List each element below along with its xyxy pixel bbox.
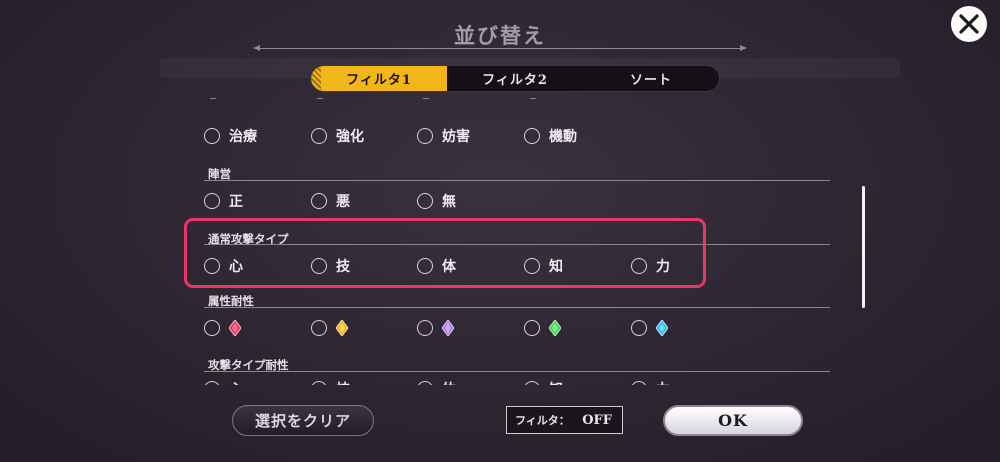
radio-button[interactable] (524, 381, 540, 385)
attribute-option-blue[interactable] (631, 320, 668, 336)
radio-button[interactable] (311, 381, 327, 385)
filter-status-box: フィルタ： OFF (506, 406, 623, 434)
attribute-option-green[interactable] (524, 320, 561, 336)
tab-filter1-label: フィルタ1 (340, 69, 418, 88)
radio-button[interactable] (631, 320, 647, 336)
scrollbar[interactable] (862, 186, 865, 308)
yellow-gem-icon (336, 320, 348, 336)
option-label: 機動 (549, 129, 577, 145)
attribute-option-purple[interactable] (417, 320, 454, 336)
option-label: 妨害 (442, 129, 470, 145)
option-label: 正 (229, 194, 243, 210)
role-option-debuff[interactable]: 妨害 (417, 126, 470, 146)
alignment-option-2[interactable]: 悪 (311, 191, 350, 211)
attack-resist-option-5[interactable]: 力 (631, 379, 670, 385)
radio-button[interactable] (311, 128, 327, 144)
tab-sort-label: ソート (629, 73, 672, 88)
option-label: 治療 (229, 129, 257, 145)
attribute-option-yellow[interactable] (311, 320, 348, 336)
option-label: 無 (442, 194, 456, 210)
alignment-option-1[interactable]: 正 (204, 191, 243, 211)
radio-button[interactable] (417, 128, 433, 144)
ok-button[interactable]: OK (663, 405, 803, 436)
close-button[interactable] (951, 6, 987, 42)
attack-resist-option-3[interactable]: 体 (417, 379, 456, 385)
option-label: 力 (656, 379, 670, 385)
cutoff-mark (423, 98, 429, 99)
blue-gem-icon (656, 320, 668, 336)
filter-status-value: OFF (582, 412, 612, 428)
clear-selection-button[interactable]: 選択をクリア (232, 405, 374, 436)
section-divider (204, 180, 830, 181)
attack-resist-option-2[interactable]: 技 (311, 379, 350, 385)
role-option-heal[interactable]: 治療 (204, 126, 257, 146)
cutoff-mark (530, 98, 536, 99)
attribute-option-red[interactable] (204, 320, 241, 336)
radio-button[interactable] (417, 320, 433, 336)
option-label: 知 (549, 379, 563, 385)
tab-filter1[interactable]: フィルタ1 (311, 66, 447, 91)
title-divider (253, 45, 747, 51)
radio-button[interactable] (417, 381, 433, 385)
radio-button[interactable] (417, 193, 433, 209)
purple-gem-icon (442, 320, 454, 336)
section-divider (204, 371, 830, 372)
option-label: 悪 (336, 194, 350, 210)
radio-button[interactable] (524, 320, 540, 336)
radio-button[interactable] (524, 128, 540, 144)
highlight-frame (184, 218, 706, 288)
alignment-option-3[interactable]: 無 (417, 191, 456, 211)
close-icon (959, 14, 979, 34)
option-label: 強化 (336, 129, 364, 145)
tab-bar: フィルタ1 フィルタ2 ソート (311, 66, 719, 91)
filter-status-label: フィルタ： (515, 414, 570, 427)
option-label: 心 (229, 379, 243, 385)
red-gem-icon (229, 320, 241, 336)
radio-button[interactable] (204, 320, 220, 336)
green-gem-icon (549, 320, 561, 336)
radio-button[interactable] (204, 128, 220, 144)
role-option-mobility[interactable]: 機動 (524, 126, 577, 146)
page-title: 並び替え (454, 23, 546, 48)
tab-sort[interactable]: ソート (583, 66, 719, 91)
cutoff-mark (317, 98, 323, 99)
tab-filter2[interactable]: フィルタ2 (447, 66, 583, 91)
cutoff-mark (210, 98, 216, 99)
section-divider (204, 307, 830, 308)
radio-button[interactable] (631, 381, 647, 385)
radio-button[interactable] (311, 193, 327, 209)
filter-screen: 並び替え フィルタ1 フィルタ2 ソート 治療 強化 妨害 機動 陣営 正 悪 … (0, 0, 1000, 462)
radio-button[interactable] (204, 381, 220, 385)
radio-button[interactable] (311, 320, 327, 336)
attack-resist-option-1[interactable]: 心 (204, 379, 243, 385)
option-label: 体 (442, 379, 456, 385)
attack-resist-option-4[interactable]: 知 (524, 379, 563, 385)
option-label: 技 (336, 379, 350, 385)
role-option-buff[interactable]: 強化 (311, 126, 364, 146)
radio-button[interactable] (204, 193, 220, 209)
tab-filter2-label: フィルタ2 (482, 73, 548, 88)
